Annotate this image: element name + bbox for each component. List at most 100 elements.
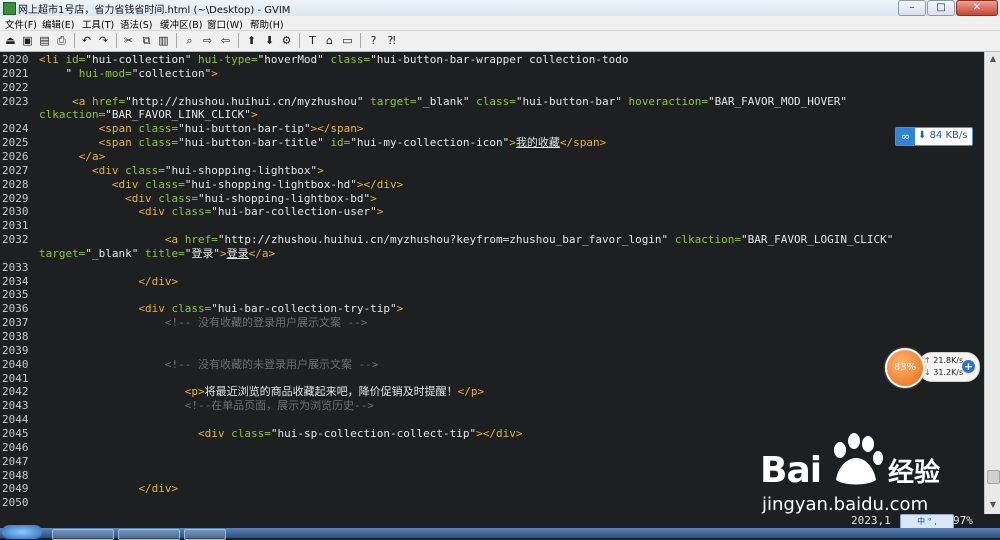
scrollbar-thumb[interactable]: [987, 470, 1000, 484]
maximize-button[interactable]: □: [927, 0, 955, 16]
gvim-app-icon: [3, 2, 16, 15]
save-all-icon[interactable]: ▤: [38, 34, 51, 47]
menu-tools[interactable]: 工具(T): [82, 17, 114, 31]
code-token: </div>: [138, 482, 179, 496]
menu-help[interactable]: 帮助(H): [250, 17, 284, 31]
print-icon[interactable]: ⎙: [55, 34, 68, 47]
load-session-icon[interactable]: ⬆: [245, 34, 258, 47]
toolbar-separator: [360, 33, 361, 48]
save-session-icon[interactable]: ⬇: [263, 34, 276, 47]
code-text: <div class="hui-shopping-lightbox">: [39, 164, 324, 178]
find-prev-icon[interactable]: ⇦: [219, 34, 232, 47]
menu-edit[interactable]: 编辑(E): [42, 17, 74, 31]
taskbar-item[interactable]: [118, 529, 180, 540]
cut-icon[interactable]: ✂: [122, 34, 135, 47]
code-token: "hui-bar-collection-user": [211, 205, 377, 219]
speed-panel[interactable]: ↑ 21.8K/s ↓ 31.2K/s +: [918, 352, 980, 382]
find-help-icon[interactable]: ⁈: [385, 34, 398, 47]
code-token: >: [317, 163, 324, 177]
toolbar-separator: [176, 33, 177, 48]
code-text: <div class="hui-bar-collection-user">: [39, 205, 383, 219]
code-token: class=: [138, 122, 179, 136]
vertical-scrollbar[interactable]: ▲ ▼: [984, 52, 1000, 514]
code-token: target=: [370, 94, 417, 108]
code-token: target=: [39, 246, 86, 260]
code-token: "hui-button-bar": [515, 94, 629, 108]
line-number: 2043: [2, 399, 29, 413]
taskbar-item[interactable]: [184, 529, 226, 540]
code-token: 我的收藏: [515, 136, 560, 150]
code-token: "http://zhushou.huihui.cn/myzhushou": [125, 94, 371, 108]
code-token: "BAR_FAVOR_LINK_CLICK": [105, 108, 251, 122]
code-text: <p>将最近浏览的商品收藏起来吧，降价促销及时提醒！</p>: [39, 385, 484, 399]
code-token: "hoverMod": [257, 53, 331, 66]
plus-icon[interactable]: +: [962, 360, 975, 373]
find-next-icon[interactable]: ⇨: [201, 34, 214, 47]
watermark-url: jingyan.baidu.com: [762, 494, 929, 515]
code-token: hui-mod=: [78, 66, 132, 80]
save-icon[interactable]: ▣: [21, 34, 34, 47]
code-token: 将最近浏览的商品收藏起来吧，降价促销及时提醒！: [204, 385, 458, 399]
make-icon[interactable]: T: [306, 34, 319, 47]
scroll-up-icon[interactable]: ▲: [986, 52, 1000, 66]
code-token: "http://zhushou.huihui.cn/myzhushou?keyf…: [217, 233, 675, 247]
line-number: 2035: [2, 288, 29, 302]
code-token: <!-- 没有收藏的登录用户展示文案 -->: [39, 316, 368, 330]
redo-icon[interactable]: ↷: [97, 34, 110, 47]
open-icon[interactable]: ⏏: [4, 34, 17, 47]
help-icon[interactable]: ?: [367, 34, 380, 47]
paste-icon[interactable]: ▥: [157, 34, 170, 47]
code-text: <a href="http://zhushou.huihui.cn/myzhus…: [39, 233, 894, 247]
menu-file[interactable]: 文件(F): [5, 17, 37, 31]
minimize-button[interactable]: –: [898, 0, 926, 16]
code-token: class=: [476, 94, 516, 108]
code-text: " hui-mod="collection">: [39, 66, 217, 81]
copy-icon[interactable]: ⧉: [140, 34, 153, 47]
code-token: clkaction=: [39, 108, 106, 122]
toolbar: ⏏ ▣ ▤ ⎙ ↶ ↷ ✂ ⧉ ▥ ⌕ ⇨ ⇦ ⬆ ⬇ ⚙ T ⌂ ▭ ? ⁈: [0, 31, 1000, 52]
scroll-down-icon[interactable]: ▼: [986, 498, 1000, 512]
down-arrow-icon: ⬇: [918, 130, 927, 141]
find-replace-icon[interactable]: ⌕: [183, 34, 196, 47]
code-token: class=: [171, 302, 212, 316]
code-token: <!--在单品页面，展示为浏览历史-->: [39, 399, 375, 413]
code-token: <a: [72, 94, 92, 108]
toolbar-separator: [238, 33, 239, 48]
code-token: "hui-collection": [85, 53, 198, 66]
code-token: class=: [158, 191, 198, 205]
close-button[interactable]: ✕: [956, 0, 998, 16]
toolbar-separator: [299, 33, 300, 48]
taskbar: [0, 525, 1000, 540]
menu-window[interactable]: 窗口(W): [207, 17, 243, 31]
run-script-icon[interactable]: ⚙: [280, 34, 293, 47]
code-token: <p>: [184, 385, 205, 399]
undo-icon[interactable]: ↶: [80, 34, 93, 47]
line-number: 2027: [2, 163, 29, 177]
code-token: "hui-bar-collection-try-tip": [211, 302, 397, 316]
code-token: hoveraction=: [628, 94, 708, 108]
network-speed-widget[interactable]: ∞ ⬇ 84 KB/s: [895, 127, 973, 146]
code-token: >: [376, 205, 384, 219]
code-text: clkaction="BAR_FAVOR_LINK_CLICK">: [39, 108, 258, 122]
line-number: 2038: [2, 330, 29, 343]
line-number: 2028: [2, 177, 29, 191]
tags-icon[interactable]: ▭: [341, 34, 354, 47]
line-number: 2024: [2, 122, 29, 136]
start-button[interactable]: [2, 525, 42, 539]
code-token: "BAR_FAVOR_MOD_HOVER": [707, 94, 848, 108]
shell-icon[interactable]: ⌂: [323, 34, 336, 47]
menu-syntax[interactable]: 语法(S): [120, 17, 152, 31]
menu-buffers[interactable]: 缓冲区(B): [160, 17, 202, 31]
memory-usage-ball[interactable]: 83%: [885, 348, 925, 388]
code-token: "BAR_FAVOR_LOGIN_CLICK": [741, 233, 894, 247]
code-token: class=: [144, 177, 185, 191]
code-token: <div: [197, 426, 232, 440]
menu-bar: 文件(F) 编辑(E) 工具(T) 语法(S) 缓冲区(B) 窗口(W) 帮助(…: [0, 16, 1000, 31]
code-text: target="_blank" title="登录">登录</a>: [39, 247, 275, 261]
code-token: >: [370, 191, 377, 205]
taskbar-item[interactable]: [52, 529, 114, 540]
toolbar-separator: [74, 33, 75, 48]
baidu-jingyan-watermark: Bai 经验: [760, 432, 950, 492]
window-title: 网上超市1号店，省力省钱省时间.html (~\Desktop) - GVIM: [18, 5, 291, 16]
